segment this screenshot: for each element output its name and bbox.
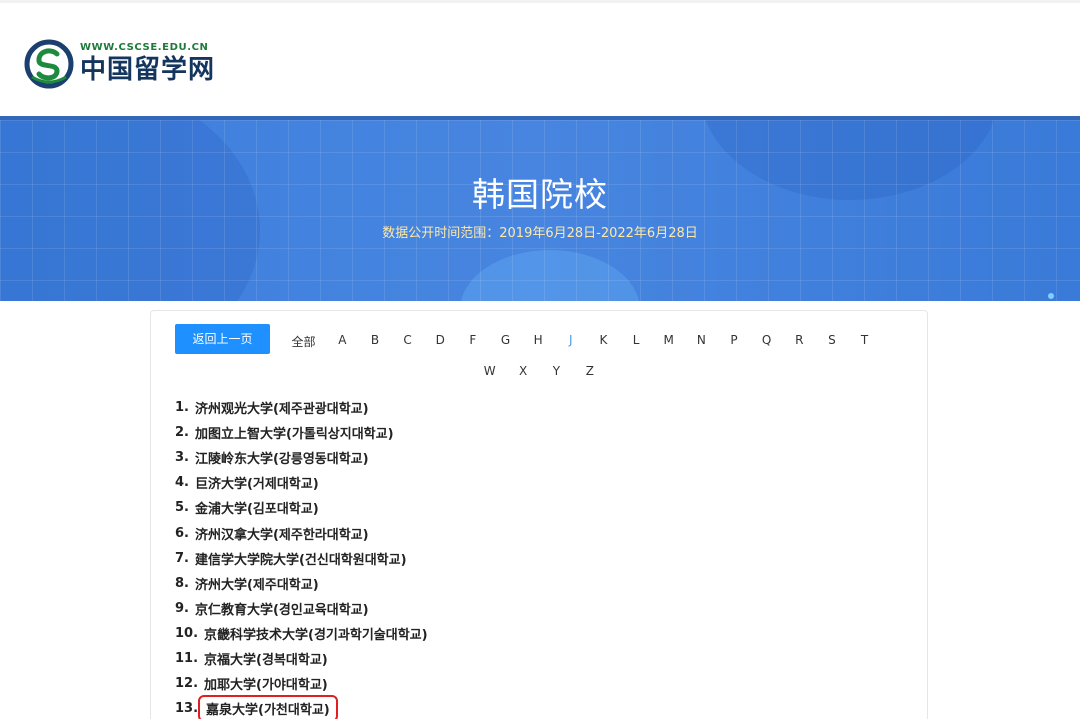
- school-name-link[interactable]: 建信学大学院大学(건신대학원대학교): [195, 549, 407, 568]
- letter-filter-m[interactable]: M: [652, 333, 685, 350]
- school-name-link[interactable]: 加图立上智大学(가톨릭상지대학교): [195, 423, 394, 442]
- letter-filter-w[interactable]: W: [473, 364, 506, 378]
- school-number: 9.: [175, 600, 189, 616]
- letter-filter-l[interactable]: L: [620, 333, 653, 350]
- school-name-link[interactable]: 济州汉拿大学(제주한라대학교): [195, 524, 369, 543]
- letter-filter-y[interactable]: Y: [540, 364, 573, 378]
- school-list-item[interactable]: 4. 巨济大学(거제대학교): [175, 470, 428, 495]
- school-name-link[interactable]: 金浦大学(김포대학교): [195, 498, 319, 517]
- school-number: 10.: [175, 625, 199, 641]
- school-number: 2.: [175, 425, 189, 441]
- logo-url-text: WWW.CSCSE.EDU.CN: [80, 42, 209, 53]
- school-number: 1.: [175, 400, 189, 416]
- school-list-item[interactable]: 11. 京福大学(경복대학교): [175, 646, 428, 671]
- school-name-link[interactable]: 济州观光大学(제주관광대학교): [195, 398, 369, 417]
- logo-name: 中国留学网: [80, 55, 216, 85]
- page-banner: 韩国院校 数据公开时间范围：2019年6月28日-2022年6月28日: [0, 116, 1080, 301]
- school-number: 7.: [175, 550, 189, 566]
- banner-dot: [1048, 293, 1054, 299]
- school-name-link[interactable]: 济州大学(제주대학교): [195, 574, 319, 593]
- school-list-item[interactable]: 2. 加图立上智大学(가톨릭상지대학교): [175, 420, 428, 445]
- letter-filter-row: 全部 A B C D F G H J K L M N P Q R S T: [281, 333, 881, 350]
- school-number: 6.: [175, 525, 189, 541]
- letter-filter-h[interactable]: H: [522, 333, 555, 350]
- letter-filter-f[interactable]: F: [457, 333, 490, 350]
- letter-filter-j[interactable]: J: [554, 333, 587, 350]
- school-list-card: 返回上一页 全部 A B C D F G H J K L M N P Q R S T WXYZ 1. 济州观光大学(…: [150, 310, 928, 719]
- school-name-link[interactable]: 京福大学(경복대학교): [204, 649, 328, 668]
- school-number: 5.: [175, 500, 189, 516]
- school-list-item[interactable]: 13. 嘉泉大学(가천대학교): [175, 695, 428, 719]
- school-list-item[interactable]: 12. 加耶大学(가야대학교): [175, 671, 428, 696]
- school-list-item[interactable]: 10. 京畿科学技术大学(경기과학기술대학교): [175, 621, 428, 646]
- school-name-link[interactable]: 嘉泉大学(가천대학교): [198, 695, 338, 719]
- school-list-item[interactable]: 5. 金浦大学(김포대학교): [175, 495, 428, 520]
- school-name-link[interactable]: 江陵岭东大学(강릉영동대학교): [195, 448, 369, 467]
- school-name-link[interactable]: 巨济大学(거제대학교): [195, 473, 319, 492]
- school-list-item[interactable]: 8. 济州大学(제주대학교): [175, 571, 428, 596]
- back-button[interactable]: 返回上一页: [175, 324, 270, 354]
- letter-filter-b[interactable]: B: [359, 333, 392, 350]
- school-list-item[interactable]: 6. 济州汉拿大学(제주한라대학교): [175, 520, 428, 545]
- school-number: 12.: [175, 676, 199, 692]
- letter-filter-x[interactable]: X: [506, 364, 539, 378]
- site-header: WWW.CSCSE.EDU.CN 中国留学网: [0, 0, 1080, 116]
- school-list-item[interactable]: 3. 江陵岭东大学(강릉영동대학교): [175, 445, 428, 470]
- letter-filter-t[interactable]: T: [848, 333, 881, 350]
- school-number: 13.: [175, 701, 199, 717]
- letter-filter-row: WXYZ: [473, 364, 613, 378]
- school-list-item[interactable]: 9. 京仁教育大学(경인교육대학교): [175, 596, 428, 621]
- school-list-item[interactable]: 7. 建信学大学院大学(건신대학원대학교): [175, 546, 428, 571]
- letter-filter-q[interactable]: Q: [750, 333, 783, 350]
- letter-filter-n[interactable]: N: [685, 333, 718, 350]
- letter-filter-a[interactable]: A: [326, 333, 359, 350]
- school-list-item[interactable]: 1. 济州观光大学(제주관광대학교): [175, 395, 428, 420]
- letter-filter-d[interactable]: D: [424, 333, 457, 350]
- letter-filter-s[interactable]: S: [816, 333, 849, 350]
- cscse-logo-icon: [24, 39, 74, 89]
- data-range-subtitle: 数据公开时间范围：2019年6月28日-2022年6月28日: [382, 226, 698, 241]
- letter-filter-all[interactable]: 全部: [281, 333, 326, 350]
- page-title: 韩国院校: [472, 175, 608, 214]
- site-logo[interactable]: WWW.CSCSE.EDU.CN 中国留学网: [24, 39, 215, 89]
- school-number: 8.: [175, 575, 189, 591]
- school-name-link[interactable]: 加耶大学(가야대학교): [204, 674, 328, 693]
- school-number: 11.: [175, 650, 199, 666]
- school-name-link[interactable]: 京仁教育大学(경인교육대학교): [195, 599, 369, 618]
- letter-filter-z[interactable]: Z: [573, 364, 606, 378]
- school-list: 1. 济州观光大学(제주관광대학교) 2. 加图立上智大学(가톨릭상지대학교) 3. 江陵…: [175, 395, 428, 719]
- letter-filter-k[interactable]: K: [587, 333, 620, 350]
- letter-filter-g[interactable]: G: [489, 333, 522, 350]
- letter-filter-r[interactable]: R: [783, 333, 816, 350]
- school-number: 3.: [175, 450, 189, 466]
- school-number: 4.: [175, 475, 189, 491]
- letter-filter-c[interactable]: C: [391, 333, 424, 350]
- letter-filter-p[interactable]: P: [718, 333, 751, 350]
- school-name-link[interactable]: 京畿科学技术大学(경기과학기술대학교): [204, 624, 428, 643]
